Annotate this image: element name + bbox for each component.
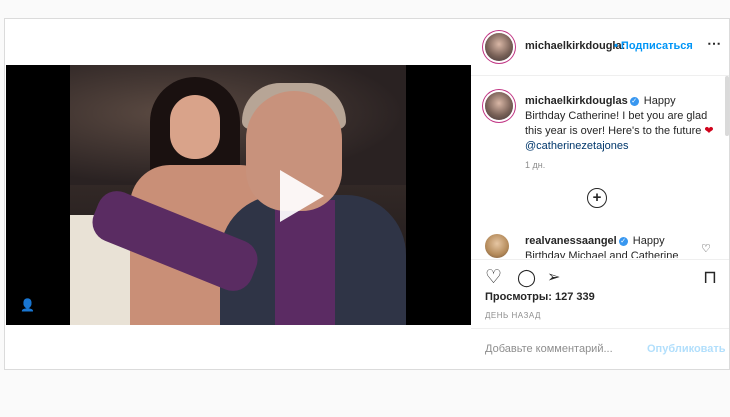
load-more-comments-icon[interactable]: + xyxy=(587,188,607,208)
post-sidebar: michaelkirkdougla: • Подписаться ⋯ micha… xyxy=(471,19,729,369)
post-container: 👤 michaelkirkdougla: • Подписаться ⋯ mic… xyxy=(4,18,730,370)
caption-avatar[interactable] xyxy=(485,92,513,120)
post-header: michaelkirkdougla: • Подписаться ⋯ xyxy=(471,19,729,76)
share-icon[interactable]: ➢ xyxy=(547,268,560,287)
caption-username[interactable]: michaelkirkdouglas xyxy=(525,95,628,107)
header-username[interactable]: michaelkirkdougla: xyxy=(525,40,625,52)
play-icon[interactable] xyxy=(280,170,324,222)
caption-text: michaelkirkdouglas ✓ Happy Birthday Cathe… xyxy=(525,94,715,154)
post-date[interactable]: ДЕНЬ НАЗАД xyxy=(485,311,541,320)
subscribe-button[interactable]: • Подписаться xyxy=(614,40,693,52)
comment-icon[interactable]: ◯ xyxy=(517,268,536,287)
comment-avatar[interactable] xyxy=(485,234,509,258)
comments-scrollbar[interactable] xyxy=(725,76,729,136)
comment-username[interactable]: realvanessaangel xyxy=(525,235,617,247)
publish-button[interactable]: Опубликовать xyxy=(647,343,726,355)
comment-like-icon[interactable]: ♡ xyxy=(701,242,711,255)
video-media[interactable]: 👤 xyxy=(6,65,471,325)
mention-link[interactable]: @catherinezetajones xyxy=(525,140,629,152)
user-tag-icon[interactable]: 👤 xyxy=(20,298,35,312)
bookmark-icon[interactable]: ⊓ xyxy=(703,268,717,287)
add-comment-section: Добавьте комментарий... Опубликовать xyxy=(471,328,729,369)
red-heart-icon: ❤ xyxy=(704,125,714,137)
comment-input[interactable]: Добавьте комментарий... xyxy=(485,343,613,355)
comment-text: realvanessaangel ✓ Happy Birthday Michael… xyxy=(525,234,685,258)
post-photo xyxy=(70,65,406,325)
verified-badge-icon: ✓ xyxy=(629,97,639,106)
like-heart-icon[interactable]: ♡ xyxy=(485,268,502,287)
verified-badge-icon: ✓ xyxy=(618,237,628,246)
comments-list: michaelkirkdouglas ✓ Happy Birthday Cathe… xyxy=(471,76,723,258)
view-count[interactable]: Просмотры: 127 339 xyxy=(485,291,595,303)
caption-time[interactable]: 1 дн. xyxy=(525,160,545,170)
more-options-icon[interactable]: ⋯ xyxy=(707,35,722,52)
avatar[interactable] xyxy=(485,33,513,61)
